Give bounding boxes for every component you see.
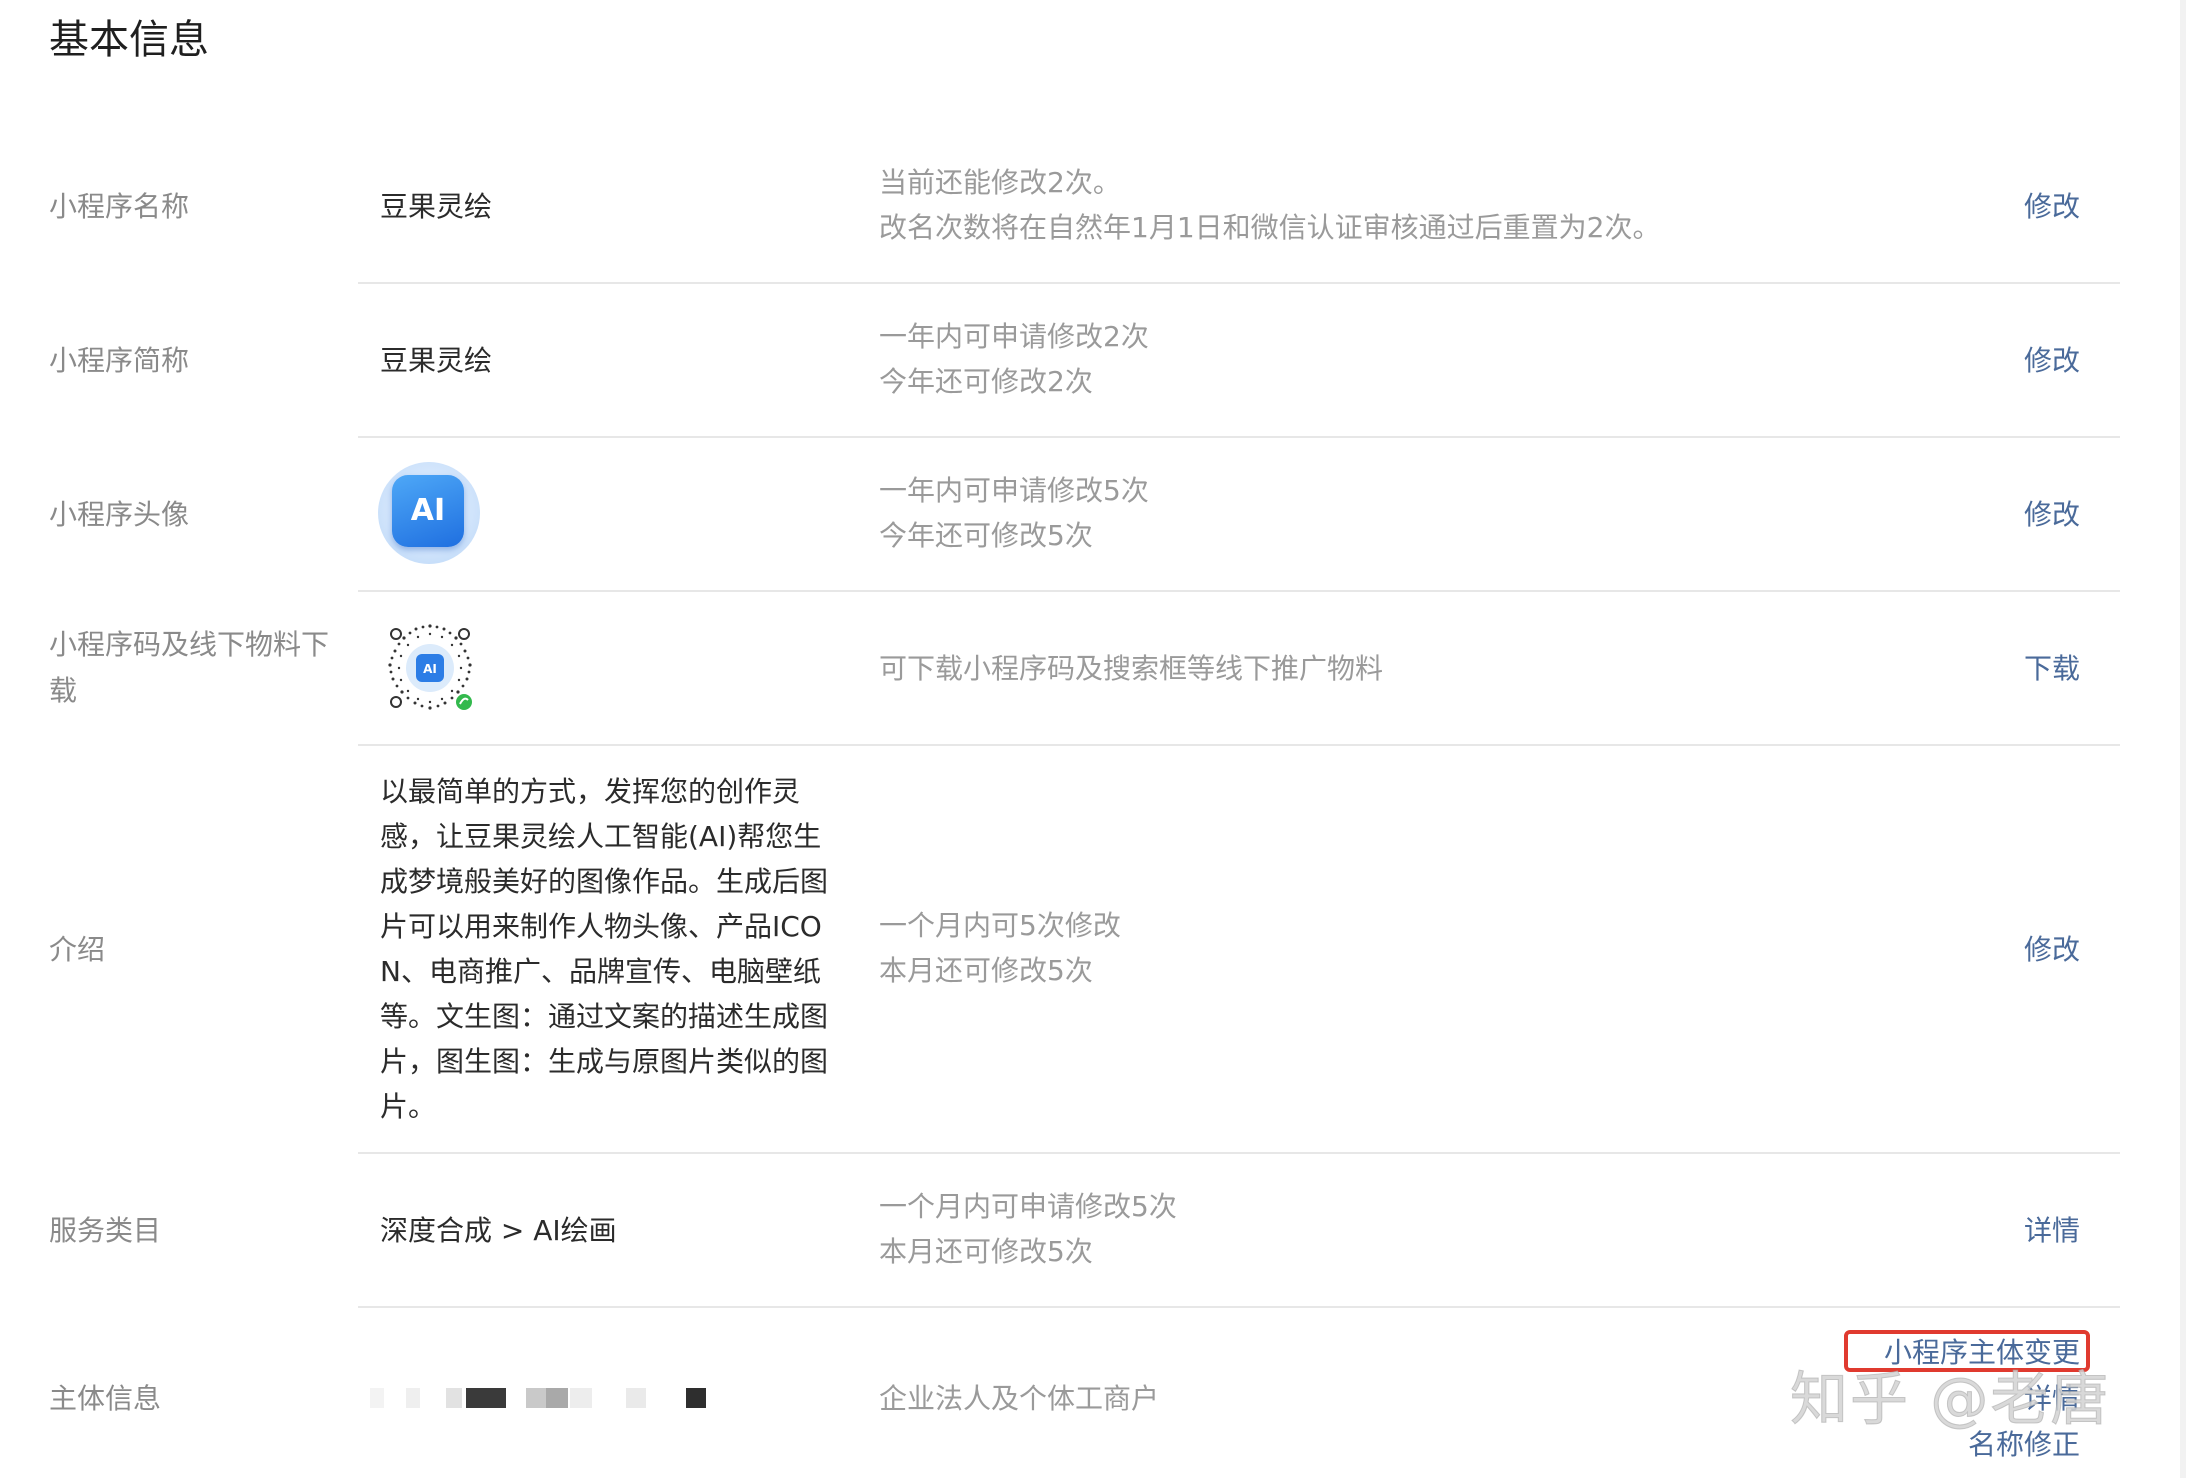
- divider: [358, 282, 2120, 284]
- intro-hint-1: 一个月内可5次修改: [879, 909, 1121, 942]
- avatar-label: 小程序头像: [49, 498, 190, 531]
- intro-label: 介绍: [49, 933, 106, 966]
- avatar-edit-link[interactable]: 修改: [2024, 492, 2080, 538]
- category-detail-link[interactable]: 详情: [2024, 1208, 2080, 1254]
- scrollbar[interactable]: [2180, 0, 2186, 1478]
- divider: [358, 744, 2120, 746]
- avatar-hint-2: 今年还可修改5次: [879, 519, 1093, 552]
- qrcode-label-line-2: 载: [49, 674, 78, 707]
- intro-line: 片，图生图：生成与原图片类似的图: [380, 1045, 829, 1078]
- qrcode-label-line-1: 小程序码及线下物料下: [49, 628, 330, 661]
- short-name-edit-link[interactable]: 修改: [2024, 338, 2080, 384]
- name-hint-1: 当前还能修改2次。: [879, 166, 1121, 199]
- short-name-label: 小程序简称: [49, 344, 190, 377]
- qrcode-download-link[interactable]: 下载: [2024, 646, 2080, 692]
- intro-line: 片。: [380, 1090, 437, 1123]
- subject-hint: 企业法人及个体工商户: [879, 1382, 1160, 1415]
- section-title: 基本信息: [49, 17, 209, 63]
- qrcode-ai-label: AI: [423, 662, 437, 676]
- category-hint-2: 本月还可修改5次: [879, 1235, 1093, 1268]
- basic-info-page: 基本信息 小程序名称 豆果灵绘 当前还能修改2次。 改名次数将在自然年1月1日和…: [0, 0, 2186, 1478]
- intro-line: 等。文生图：通过文案的描述生成图: [380, 1000, 829, 1033]
- category-label: 服务类目: [49, 1214, 162, 1247]
- intro-hint-2: 本月还可修改5次: [879, 954, 1093, 987]
- intro-line: N、电商推广、品牌宣传、电脑壁纸: [380, 955, 821, 988]
- avatar: AI: [378, 462, 480, 564]
- name-hint-2: 改名次数将在自然年1月1日和微信认证审核通过后重置为2次。: [879, 211, 1661, 244]
- name-label: 小程序名称: [49, 190, 190, 223]
- divider: [358, 590, 2120, 592]
- ai-logo-icon: AI: [392, 475, 464, 547]
- short-name-hint-2: 今年还可修改2次: [879, 365, 1093, 398]
- name-value: 豆果灵绘: [380, 190, 493, 223]
- intro-line: 以最简单的方式，发挥您的创作灵: [380, 775, 801, 808]
- intro-line: 成梦境般美好的图像作品。生成后图: [380, 865, 829, 898]
- intro-line: 感，让豆果灵绘人工智能(AI)帮您生: [380, 820, 822, 853]
- mini-program-code-icon: AI: [388, 624, 472, 710]
- name-edit-link[interactable]: 修改: [2024, 184, 2080, 230]
- intro-text: 以最简单的方式，发挥您的创作灵 感，让豆果灵绘人工智能(AI)帮您生 成梦境般美…: [380, 769, 840, 1129]
- intro-line: 片可以用来制作人物头像、产品ICO: [380, 910, 822, 943]
- qrcode-hint: 可下载小程序码及搜索框等线下推广物料: [879, 652, 1384, 685]
- subject-label: 主体信息: [49, 1382, 162, 1415]
- short-name-hint-1: 一年内可申请修改2次: [879, 320, 1149, 353]
- divider: [358, 1306, 2120, 1308]
- avatar-hint-1: 一年内可申请修改5次: [879, 474, 1149, 507]
- divider: [358, 1152, 2120, 1154]
- intro-edit-link[interactable]: 修改: [2024, 927, 2080, 973]
- short-name-value: 豆果灵绘: [380, 344, 493, 377]
- category-hint-1: 一个月内可申请修改5次: [879, 1190, 1177, 1223]
- divider: [358, 436, 2120, 438]
- watermark: 知乎 @老唐: [1789, 1365, 2111, 1434]
- category-value: 深度合成 > AI绘画: [380, 1214, 617, 1247]
